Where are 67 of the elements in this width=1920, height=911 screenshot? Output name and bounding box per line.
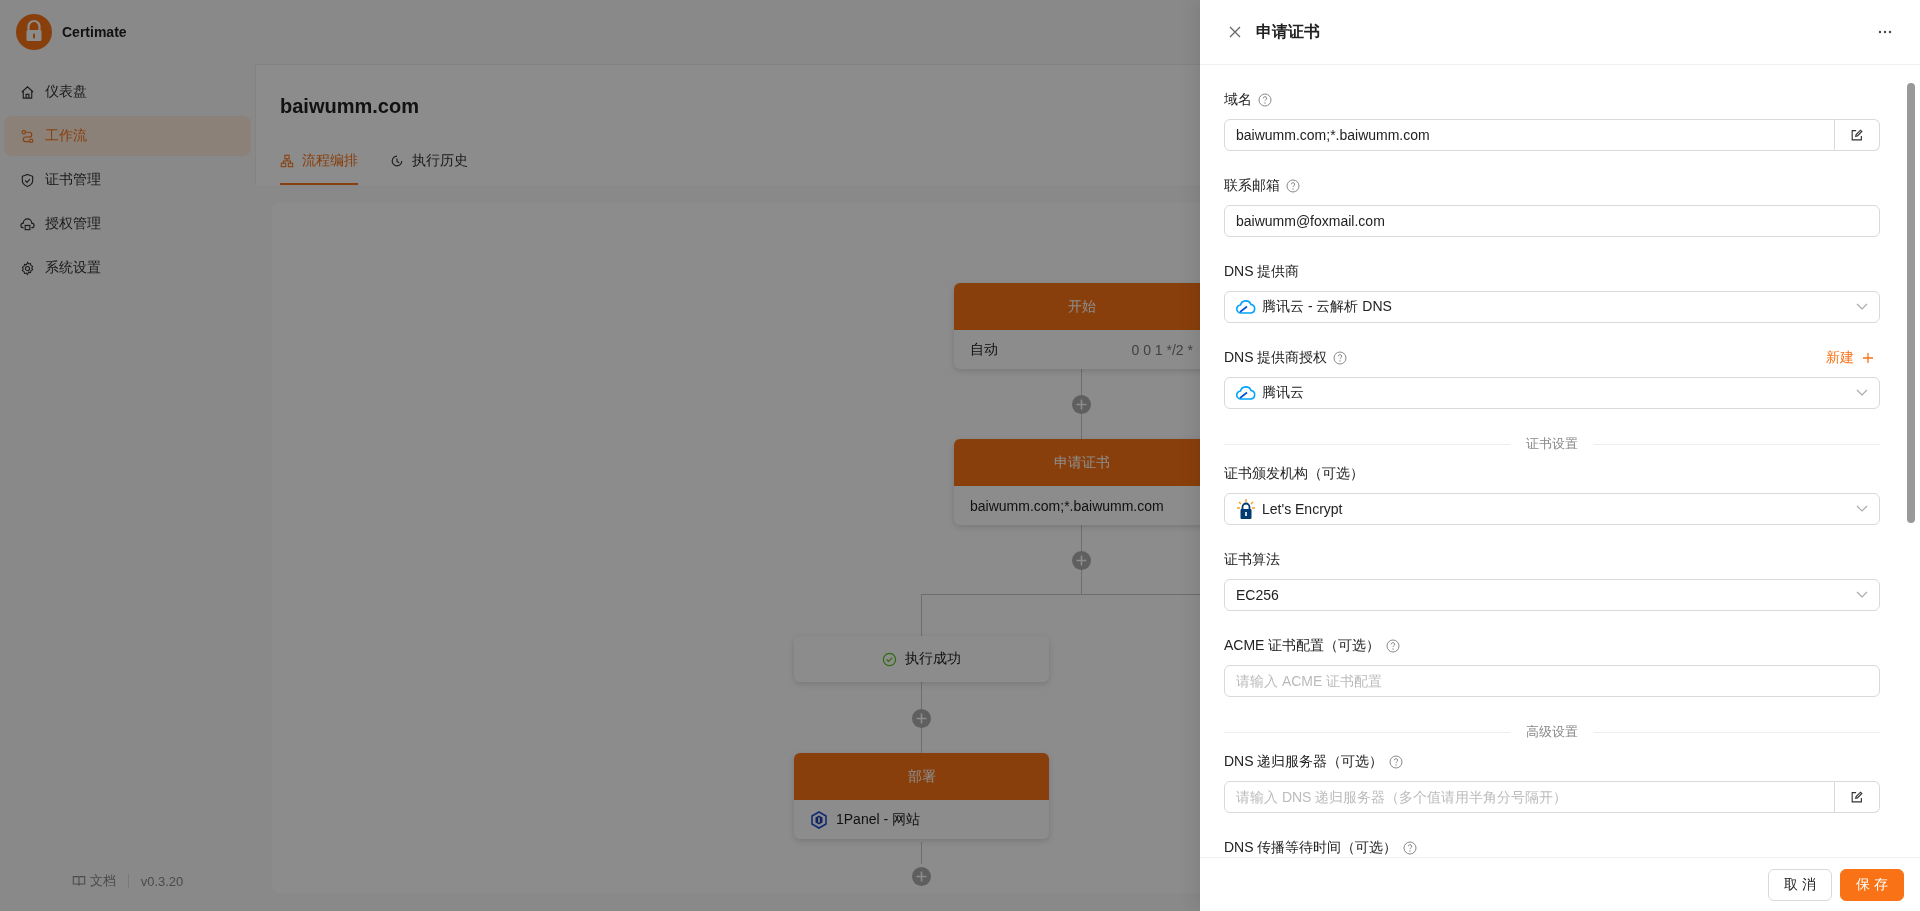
add-node-button[interactable] <box>912 709 931 728</box>
edit-button[interactable] <box>1835 781 1880 813</box>
page-title: baiwumm.com <box>280 94 419 119</box>
edit-icon <box>1850 128 1864 142</box>
add-node-button[interactable] <box>1072 551 1091 570</box>
field-label: DNS 提供商授权 <box>1224 349 1328 367</box>
book-icon <box>71 874 86 888</box>
field-label: ACME 证书配置（可选） <box>1224 637 1381 655</box>
drawer-title: 申请证书 <box>1256 21 1320 42</box>
section-divider-label: 高级设置 <box>1526 723 1578 741</box>
version-text: v0.3.20 <box>140 873 184 889</box>
field-label: 证书颁发机构（可选） <box>1224 465 1364 483</box>
chevron-down-icon <box>1856 389 1868 397</box>
hierarchy-icon <box>280 154 294 168</box>
field-label: DNS 传播等待时间（可选） <box>1224 839 1398 857</box>
new-link[interactable]: 新建 <box>1826 349 1874 367</box>
home-icon <box>20 84 35 100</box>
shield-check-icon <box>20 172 35 188</box>
node-label: 1Panel - 网站 <box>836 810 921 829</box>
add-node-button[interactable] <box>912 867 931 886</box>
history-icon <box>390 154 404 168</box>
chevron-down-icon <box>1856 591 1868 599</box>
node-detail: baiwumm.com;*.baiwumm.com <box>970 497 1164 514</box>
settings-icon <box>20 260 35 276</box>
check-circle-icon <box>882 651 897 667</box>
app-name: Certimate <box>62 24 127 40</box>
field-label: 域名 <box>1224 91 1252 109</box>
chevron-down-icon <box>1856 303 1868 311</box>
lock-rays-icon <box>1236 498 1256 520</box>
input-field[interactable]: baiwumm@foxmail.com <box>1224 205 1880 237</box>
sidebar-item[interactable]: 授权管理 <box>4 204 251 244</box>
hexagon-logo-icon <box>810 810 828 829</box>
field-label: DNS 递归服务器（可选） <box>1224 753 1384 771</box>
node-label: 执行成功 <box>905 650 961 668</box>
node-title: 部署 <box>794 753 1049 800</box>
close-icon <box>1227 24 1243 40</box>
add-node-button[interactable] <box>1072 395 1091 414</box>
input-field[interactable]: baiwumm.com;*.baiwumm.com <box>1224 119 1835 151</box>
sidebar-item[interactable]: 证书管理 <box>4 160 251 200</box>
input-field[interactable]: 请输入 DNS 递归服务器（多个值请用半角分号隔开） <box>1224 781 1835 813</box>
select-field[interactable]: 腾讯云 <box>1224 377 1880 409</box>
more-icon <box>1877 30 1893 34</box>
node-detail: 0 0 1 */2 * <box>1131 341 1193 358</box>
plus-icon <box>1862 352 1874 364</box>
cloud-icon <box>1236 300 1256 314</box>
sidebar-item[interactable]: 系统设置 <box>4 248 251 288</box>
condition-node[interactable]: 执行成功 <box>794 636 1049 682</box>
workflow-node[interactable]: 部署 1Panel - 网站 <box>794 753 1049 839</box>
lock-logo-icon <box>16 14 52 50</box>
input-field[interactable]: 请输入 ACME 证书配置 <box>1224 665 1880 697</box>
cloud-lock-icon <box>20 216 35 232</box>
tab[interactable]: 执行历史 <box>390 139 468 185</box>
cloud-icon <box>1236 386 1256 400</box>
chevron-down-icon <box>1856 505 1868 513</box>
field-label: DNS 提供商 <box>1224 263 1300 281</box>
workflow-icon <box>20 128 35 144</box>
field-label: 证书算法 <box>1224 551 1280 569</box>
field-label: 联系邮箱 <box>1224 177 1280 195</box>
edit-button[interactable] <box>1835 119 1880 151</box>
section-divider-label: 证书设置 <box>1526 435 1578 453</box>
select-field[interactable]: EC256 <box>1224 579 1880 611</box>
cancel-button[interactable]: 取 消 <box>1768 868 1833 901</box>
sidebar-item[interactable]: 仪表盘 <box>4 72 251 112</box>
select-field[interactable]: 腾讯云 - 云解析 DNS <box>1224 291 1880 323</box>
select-field[interactable]: Let's Encrypt <box>1224 493 1880 525</box>
node-label: 自动 <box>970 340 998 359</box>
edit-icon <box>1850 790 1864 804</box>
